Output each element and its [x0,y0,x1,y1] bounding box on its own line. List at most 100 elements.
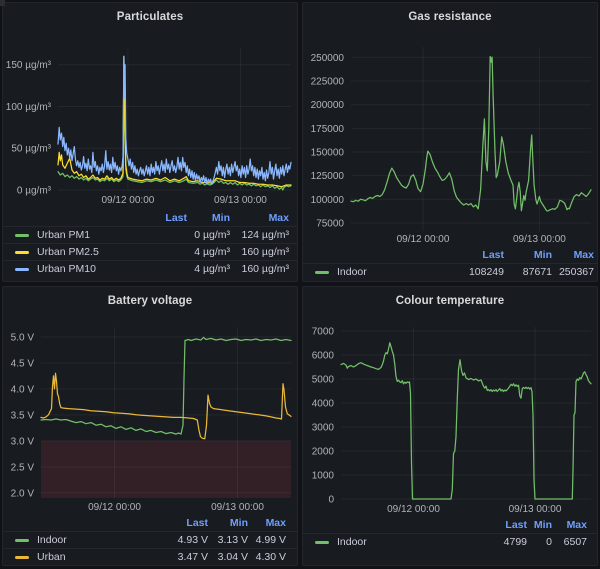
panel-colour-temperature: Colour temperature 010002000300040005000… [302,286,598,566]
series-line-indoor [341,343,591,499]
legend-sort-max[interactable]: Max [230,212,289,224]
legend-value: 6507 [552,536,587,548]
x-axis-tick-label: 09/13 00:00 [509,504,562,515]
legend-label: Urban PM1 [37,229,90,241]
y-axis-tick-label: 100 µg/m³ [6,102,52,113]
panel-title-particulates[interactable]: Particulates [3,3,297,43]
y-axis-tick-label: 50 µg/m³ [11,144,51,155]
legend-value: 4.93 V [153,534,208,546]
legend-value: 3.13 V [208,534,248,546]
y-axis-tick-label: 2.5 V [11,462,35,473]
y-axis-tick-label: 0 [328,495,334,506]
legend-item-urban[interactable]: Urban [3,551,153,563]
y-axis-tick-label: 75000 [316,218,344,229]
battery-voltage-chart[interactable]: 2.0 V2.5 V3.0 V3.5 V4.0 V4.5 V5.0 V09/12… [3,327,297,513]
panel-title-colour-temperature[interactable]: Colour temperature [303,287,597,327]
x-axis-tick-label: 09/13 00:00 [214,195,267,206]
legend-value: 4.30 V [248,551,286,563]
dashboard: Particulates 0 µg/m³ 50 µg/m³ 100 µg/m³ 150… [0,0,600,568]
y-axis-tick-label: 2.0 V [11,488,35,499]
y-axis-tick-label: 125000 [311,171,345,182]
legend-label: Urban PM2.5 [37,246,99,258]
legend-value: 108249 [449,266,504,278]
panel-particulates: Particulates 0 µg/m³ 50 µg/m³ 100 µg/m³ 150… [2,2,298,282]
legend-header-row: LastMinMax [3,515,297,531]
x-axis-tick-label: 09/12 00:00 [387,504,440,515]
legend-label: Indoor [337,266,367,278]
y-axis-tick-label: 3.5 V [11,410,35,421]
y-axis-tick-label: 5000 [312,375,335,386]
legend-sort-last[interactable]: Last [132,212,187,224]
gas-resistance-chart[interactable]: 7500010000012500015000017500020000022500… [303,43,597,245]
panel-battery-voltage: Battery voltage 2.0 V2.5 V3.0 V3.5 V4.0 … [2,286,298,566]
colour-temperature-legend: LastMinMax Indoor 479906507 [303,517,597,550]
legend-item-urban-pm2-5[interactable]: Urban PM2.5 [3,246,132,258]
series-color-dash-icon [15,268,29,271]
legend-item-urban-pm10[interactable]: Urban PM10 [3,263,132,275]
y-axis-tick-label: 3.0 V [11,436,35,447]
gas-resistance-legend: LastMinMaxIndoor10824987671250367 [303,247,597,280]
legend-item-indoor[interactable]: Indoor [303,536,472,548]
y-axis-tick-label: 150 µg/m³ [6,60,52,71]
legend-row-urban-pm10: Urban PM104 µg/m³160 µg/m³ [3,260,297,277]
legend-header-row: LastMinMax [303,517,597,533]
series-line-urban [41,373,291,438]
legend-item-urban-pm1[interactable]: Urban PM1 [3,229,132,241]
legend-sort-min[interactable]: Min [527,519,552,531]
legend-label: Urban PM10 [37,263,96,275]
series-color-dash-icon [15,234,29,237]
legend-row-indoor: Indoor10824987671250367 [303,263,597,280]
x-axis-tick-label: 09/12 00:00 [397,234,450,245]
x-axis-tick-label: 09/13 00:00 [211,502,264,513]
legend-value: 0 µg/m³ [187,229,230,241]
y-axis-tick-label: 250000 [311,53,345,64]
legend-value: 87671 [504,266,552,278]
legend-item-indoor[interactable]: Indoor [303,266,449,278]
y-axis-tick-label: 100000 [311,195,345,206]
legend-value: 4.99 V [248,534,286,546]
y-axis-tick-label: 3000 [312,423,335,434]
legend-value: 4 µg/m³ [187,246,230,258]
legend-label: Urban [37,551,66,563]
y-axis-tick-label: 4000 [312,399,335,410]
legend-sort-max[interactable]: Max [552,519,587,531]
legend-row-urban-pm1: Urban PM10 µg/m³124 µg/m³ [3,226,297,243]
battery-voltage-legend: LastMinMax Indoor4.93 V3.13 V4.99 V Urban 3… [3,515,297,565]
screen-corner-artifact [0,0,5,6]
legend-sort-min[interactable]: Min [208,517,248,529]
legend-value: 160 µg/m³ [230,263,289,275]
legend-item-indoor[interactable]: Indoor [3,534,153,546]
series-color-dash-icon [15,539,29,542]
legend-sort-min[interactable]: Min [504,249,552,261]
x-axis-tick-label: 09/12 00:00 [101,195,154,206]
legend-value: 0 [527,536,552,548]
legend-sort-last[interactable]: Last [153,517,208,529]
panel-title-gas-resistance[interactable]: Gas resistance [303,3,597,43]
y-axis-tick-label: 200000 [311,100,345,111]
y-axis-tick-label: 175000 [311,124,345,135]
series-line-urban-pm10 [58,56,291,184]
legend-value: 160 µg/m³ [230,246,289,258]
legend-header-row: LastMinMax [3,210,297,226]
legend-value: 4799 [472,536,527,548]
panel-title-battery-voltage[interactable]: Battery voltage [3,287,297,327]
legend-sort-min[interactable]: Min [187,212,230,224]
x-axis-tick-label: 09/13 00:00 [513,234,566,245]
y-axis-tick-label: 7000 [312,327,335,338]
legend-value: 3.47 V [153,551,208,563]
colour-temperature-chart[interactable]: 0100020003000400050006000700009/12 00:00… [303,327,597,515]
series-color-dash-icon [315,271,329,274]
y-axis-tick-label: 150000 [311,148,345,159]
legend-sort-max[interactable]: Max [248,517,286,529]
particulates-chart[interactable]: 0 µg/m³50 µg/m³100 µg/m³150 µg/m³09/12 0… [3,43,297,208]
x-axis-tick-label: 09/12 00:00 [88,502,141,513]
legend-sort-last[interactable]: Last [472,519,527,531]
legend-sort-max[interactable]: Max [552,249,594,261]
series-line-indoor [351,57,591,212]
legend-label: Indoor [337,536,367,548]
y-axis-tick-label: 4.5 V [11,358,35,369]
legend-header-row: LastMinMax [303,247,597,263]
threshold-region [41,441,291,498]
legend-row-indoor: Indoor 479906507 [303,533,597,550]
legend-sort-last[interactable]: Last [449,249,504,261]
